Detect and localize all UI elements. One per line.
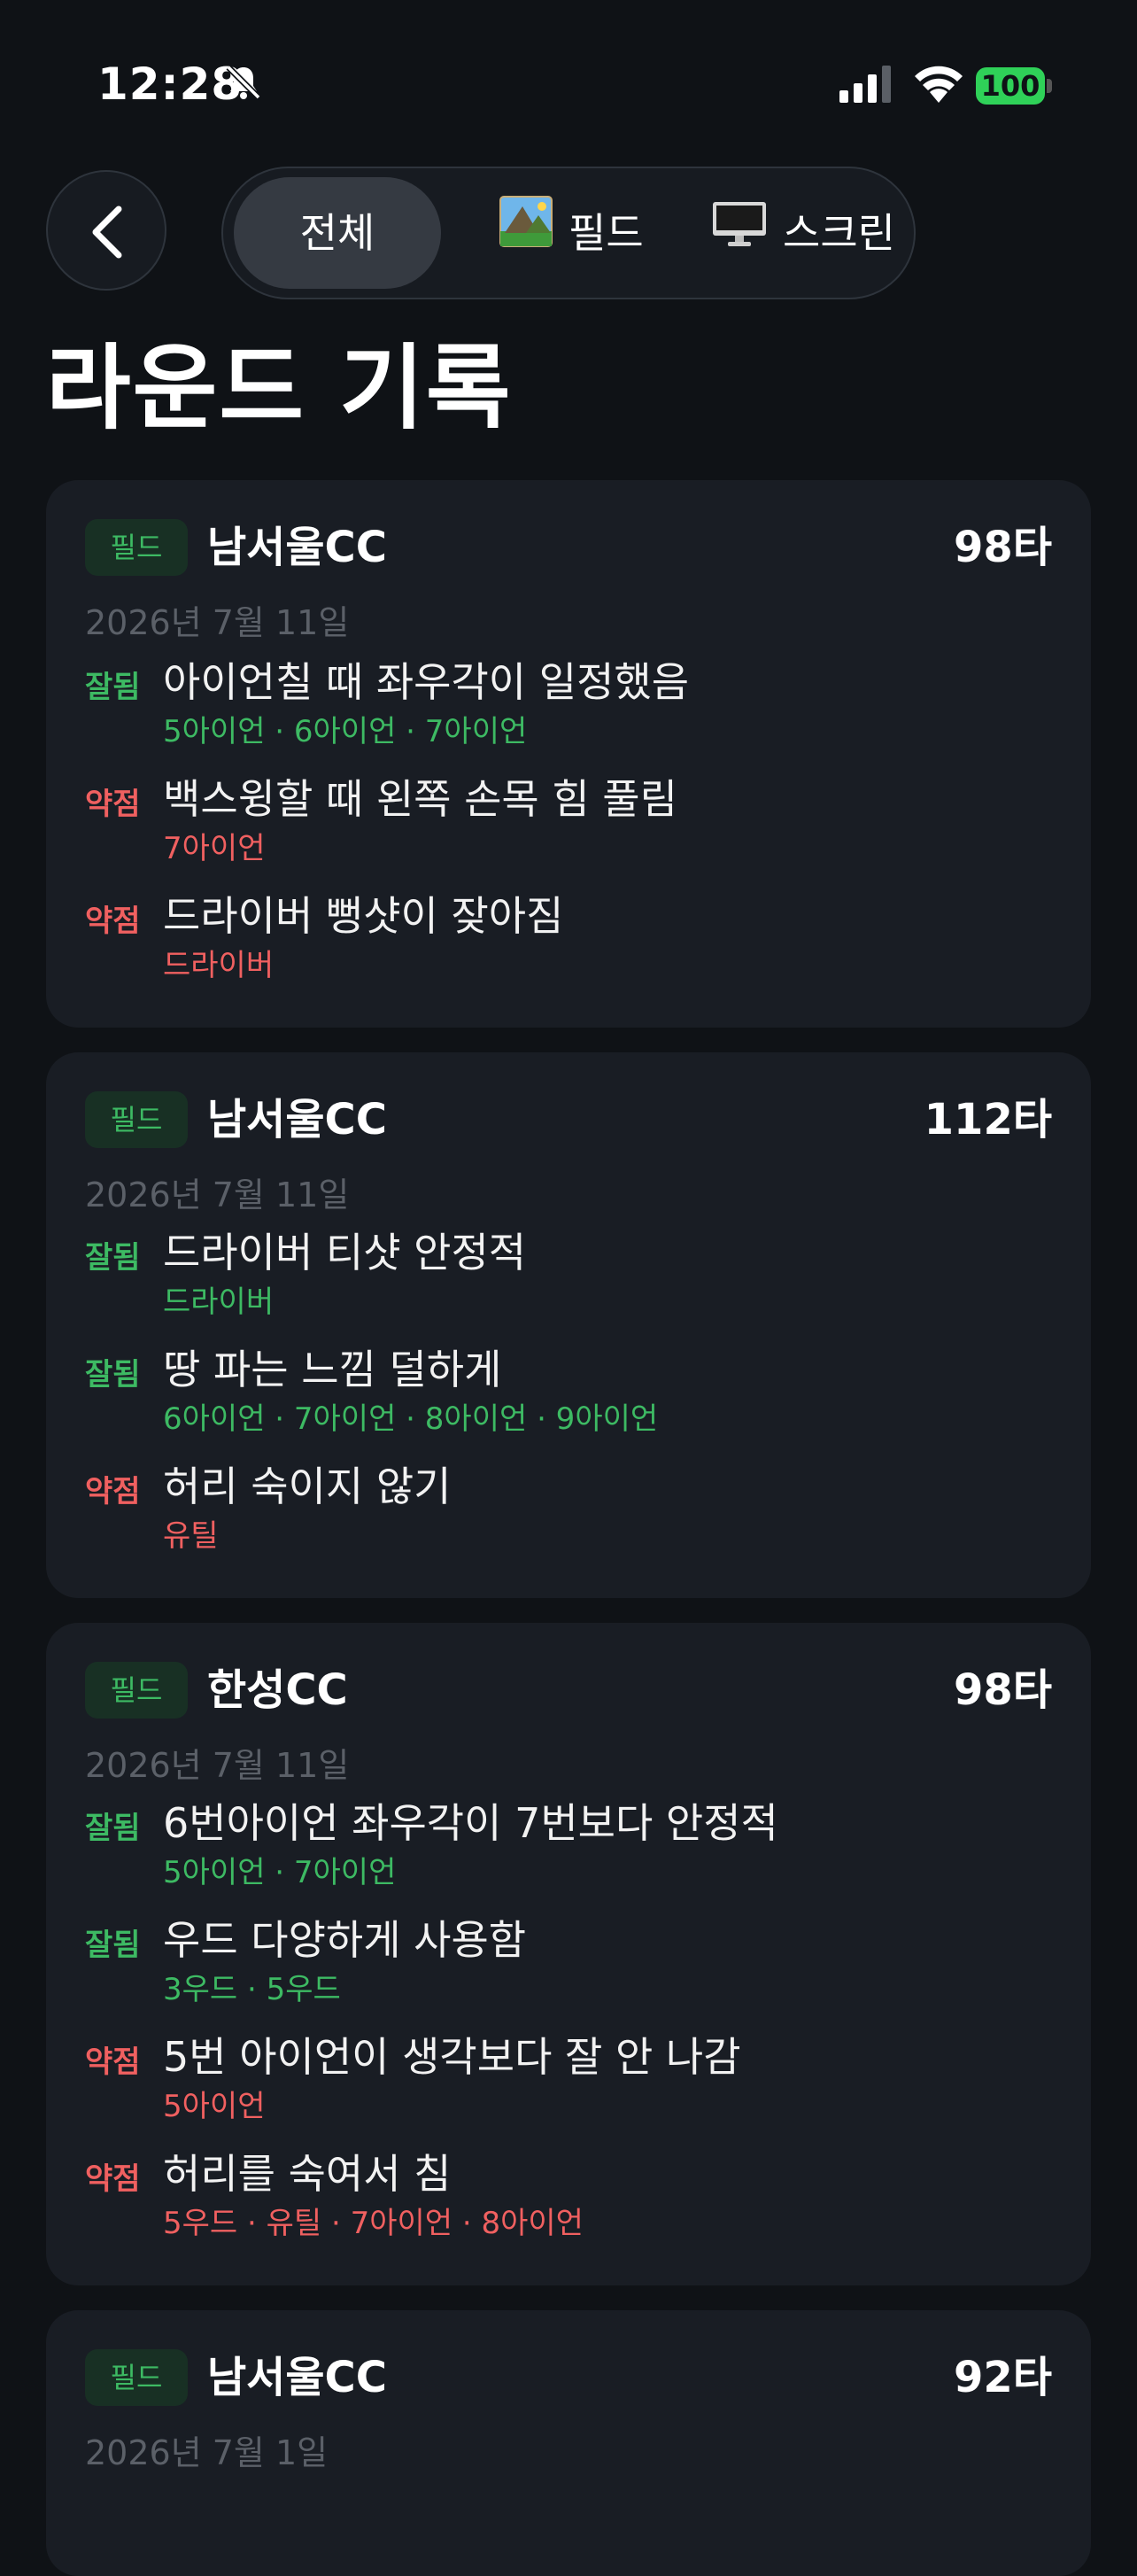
back-button[interactable]	[46, 170, 166, 291]
note-tag: 잘됨	[85, 1811, 141, 1846]
signal-icon	[839, 66, 891, 103]
tab-field[interactable]: 필드	[499, 177, 644, 289]
round-score: 98타	[954, 523, 1052, 572]
note-item: 약점 허리 숙이지 않기 유틸	[85, 1462, 1052, 1577]
note-clubs: 3우드 · 5우드	[163, 1972, 341, 2007]
tab-all-label: 전체	[299, 209, 375, 257]
round-score: 92타	[954, 2353, 1052, 2402]
battery-icon: 100	[976, 67, 1052, 105]
note-clubs: 6아이언 · 7아이언 · 8아이언 · 9아이언	[163, 1401, 659, 1437]
chevron-left-icon	[92, 206, 122, 259]
note-text: 백스윙할 때 왼쪽 손목 힘 풀림	[163, 775, 677, 823]
course-name: 남서울CC	[207, 2353, 387, 2402]
note-item: 잘됨 아이언칠 때 좌우각이 일정했음 5아이언 · 6아이언 · 7아이언	[85, 657, 1052, 772]
note-clubs: 5아이언 · 6아이언 · 7아이언	[163, 714, 528, 749]
round-date: 2026년 7월 1일	[85, 2433, 329, 2472]
round-date: 2026년 7월 11일	[85, 1175, 350, 1214]
course-name: 남서울CC	[207, 523, 387, 572]
tab-screen[interactable]: 스크린	[712, 177, 895, 289]
note-clubs: 드라이버	[163, 948, 275, 983]
note-text: 허리를 숙여서 침	[163, 2150, 452, 2198]
note-item: 잘됨 우드 다양하게 사용함 3우드 · 5우드	[85, 1915, 1052, 2030]
note-tag: 약점	[85, 2045, 141, 2080]
round-date: 2026년 7월 11일	[85, 603, 350, 642]
note-tag: 약점	[85, 1474, 141, 1509]
note-item: 잘됨 드라이버 티샷 안정적 드라이버	[85, 1228, 1052, 1343]
note-tag: 잘됨	[85, 1928, 141, 1963]
filter-segmented-control: 전체 필드 스크린	[221, 167, 916, 299]
note-tag: 약점	[85, 2161, 141, 2197]
wifi-icon	[915, 66, 963, 103]
tab-screen-label: 스크린	[783, 209, 895, 257]
tab-field-label: 필드	[568, 209, 644, 257]
note-item: 약점 드라이버 뻥샷이 잦아짐 드라이버	[85, 891, 1052, 1006]
note-tag: 잘됨	[85, 670, 141, 705]
note-text: 드라이버 티샷 안정적	[163, 1229, 527, 1276]
round-type-badge: 필드	[85, 1662, 188, 1719]
page-title: 라운드 기록	[46, 334, 513, 442]
note-tag: 잘됨	[85, 1240, 141, 1276]
note-text: 땅 파는 느낌 덜하게	[163, 1346, 502, 1393]
note-clubs: 유틸	[163, 1518, 219, 1554]
card-header: 필드 남서울CC 98타	[85, 519, 1052, 576]
note-clubs: 드라이버	[163, 1284, 275, 1320]
note-item: 약점 백스윙할 때 왼쪽 손목 힘 풀림 7아이언	[85, 774, 1052, 889]
round-score: 112타	[924, 1095, 1052, 1144]
round-card[interactable]: 필드 남서울CC 92타 2026년 7월 1일	[46, 2310, 1091, 2576]
round-date: 2026년 7월 11일	[85, 1746, 350, 1785]
tab-all[interactable]: 전체	[234, 177, 441, 289]
note-text: 5번 아이언이 생각보다 잘 안 나감	[163, 2033, 741, 2081]
round-type-badge: 필드	[85, 2349, 188, 2406]
round-card[interactable]: 필드 남서울CC 112타 2026년 7월 11일 잘됨 드라이버 티샷 안정…	[46, 1052, 1091, 1598]
bell-slash-icon	[226, 65, 261, 100]
battery-cap	[1047, 79, 1052, 93]
note-clubs: 5우드 · 유틸 · 7아이언 · 8아이언	[163, 2206, 584, 2241]
note-clubs: 7아이언	[163, 831, 266, 866]
note-tag: 잘됨	[85, 1357, 141, 1393]
note-text: 아이언칠 때 좌우각이 일정했음	[163, 658, 690, 706]
round-card[interactable]: 필드 남서울CC 98타 2026년 7월 11일 잘됨 아이언칠 때 좌우각이…	[46, 480, 1091, 1028]
card-header: 필드 남서울CC 92타	[85, 2349, 1052, 2406]
desktop-computer-icon	[713, 201, 766, 246]
note-item: 약점 허리를 숙여서 침 5우드 · 유틸 · 7아이언 · 8아이언	[85, 2149, 1052, 2264]
status-time: 12:28	[97, 58, 244, 110]
note-item: 잘됨 6번아이언 좌우각이 7번보다 안정적 5아이언 · 7아이언	[85, 1798, 1052, 1913]
round-type-badge: 필드	[85, 1091, 188, 1148]
landscape-picture-icon	[499, 195, 553, 247]
status-bar: 12:28 100	[0, 0, 1137, 168]
card-header: 필드 남서울CC 112타	[85, 1091, 1052, 1148]
course-name: 한성CC	[207, 1665, 348, 1715]
note-item: 잘됨 땅 파는 느낌 덜하게 6아이언 · 7아이언 · 8아이언 · 9아이언	[85, 1345, 1052, 1460]
card-header: 필드 한성CC 98타	[85, 1662, 1052, 1719]
round-card[interactable]: 필드 한성CC 98타 2026년 7월 11일 잘됨 6번아이언 좌우각이 7…	[46, 1623, 1091, 2285]
round-score: 98타	[954, 1665, 1052, 1715]
battery-level: 100	[976, 67, 1045, 105]
note-text: 6번아이언 좌우각이 7번보다 안정적	[163, 1799, 778, 1847]
note-text: 드라이버 뻥샷이 잦아짐	[163, 892, 564, 940]
note-text: 우드 다양하게 사용함	[163, 1916, 527, 1964]
note-clubs: 5아이언 · 7아이언	[163, 1855, 397, 1890]
course-name: 남서울CC	[207, 1095, 387, 1144]
note-clubs: 5아이언	[163, 2089, 266, 2124]
note-text: 허리 숙이지 않기	[163, 1463, 452, 1510]
note-tag: 약점	[85, 904, 141, 939]
note-item: 약점 5번 아이언이 생각보다 잘 안 나감 5아이언	[85, 2032, 1052, 2147]
round-type-badge: 필드	[85, 519, 188, 576]
note-tag: 약점	[85, 787, 141, 822]
